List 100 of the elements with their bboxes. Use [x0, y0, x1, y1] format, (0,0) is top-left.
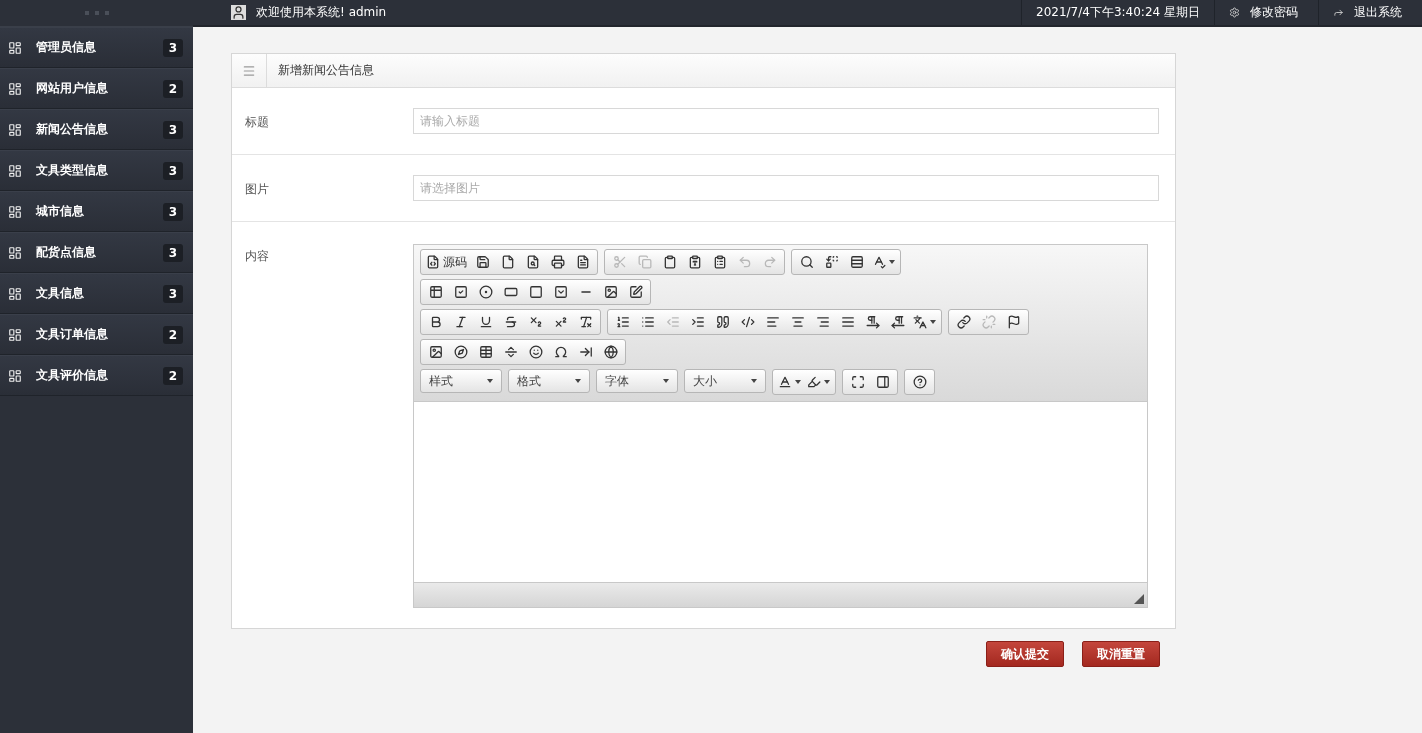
- superscript-icon: [553, 315, 568, 329]
- count-badge: 3: [162, 120, 183, 139]
- dropdown[interactable]: 大小: [684, 369, 766, 393]
- pilcrow-right-icon: [865, 315, 880, 329]
- logout-link[interactable]: 退出系统: [1318, 0, 1422, 25]
- sidebar-item[interactable]: 网站用户信息 2: [0, 68, 193, 109]
- dashboard-icon: [8, 245, 22, 260]
- sidebar-item[interactable]: 文具类型信息 3: [0, 150, 193, 191]
- replace-icon: [824, 255, 839, 269]
- unlink-icon: [981, 315, 996, 329]
- user-icon: [231, 5, 246, 20]
- form-icon: [428, 285, 443, 299]
- subscript-icon: [528, 315, 543, 329]
- table-icon: [478, 345, 493, 359]
- sidebar-item[interactable]: 文具订单信息 2: [0, 314, 193, 355]
- caret-icon: [575, 379, 581, 383]
- pen-square-icon: [628, 285, 643, 299]
- dashboard-icon: [8, 81, 22, 96]
- dashboard-icon: [8, 286, 22, 301]
- dropdown[interactable]: 字体: [596, 369, 678, 393]
- textarea-icon: [528, 285, 543, 299]
- field-label: 图片: [245, 181, 270, 198]
- redo-icon: [762, 255, 777, 269]
- outdent-icon: [665, 315, 680, 329]
- sidebar-item[interactable]: 文具评价信息 2: [0, 355, 193, 396]
- forward-arrow-icon: [1333, 7, 1344, 18]
- caret-icon: [930, 320, 936, 324]
- printer-icon: [550, 255, 565, 269]
- highlighter-icon: [807, 375, 821, 389]
- italic-icon: [453, 315, 468, 329]
- caret-icon: [889, 260, 895, 264]
- sidebar-item[interactable]: 文具信息 3: [0, 273, 193, 314]
- link-icon: [956, 315, 971, 329]
- sidebar-label: 文具订单信息: [36, 326, 109, 343]
- clipboard-text-icon: [687, 255, 702, 269]
- field-label: 标题: [245, 114, 270, 131]
- image-icon: [428, 345, 443, 359]
- sidebar-item[interactable]: 配货点信息 3: [0, 232, 193, 273]
- rows-icon: [849, 255, 864, 269]
- dropdown[interactable]: 格式: [508, 369, 590, 393]
- align-center-icon: [790, 315, 805, 329]
- input-field[interactable]: 请选择图片: [413, 175, 1159, 201]
- count-badge: 3: [162, 38, 183, 57]
- page-icon: [500, 255, 515, 269]
- change-password-link[interactable]: 修改密码: [1214, 0, 1318, 25]
- sidebar-label: 文具评价信息: [36, 367, 109, 384]
- input-field[interactable]: 请输入标题: [413, 108, 1159, 134]
- count-badge: 2: [162, 325, 183, 344]
- quote-icon: [715, 315, 730, 329]
- numbered-list-icon: [615, 315, 630, 329]
- sidebar-label: 配货点信息: [36, 244, 97, 261]
- caret-icon: [795, 380, 801, 384]
- floppy-icon: [475, 255, 490, 269]
- panel-icon: [875, 375, 890, 389]
- clipboard-icon: [662, 255, 677, 269]
- globe-icon: [603, 345, 618, 359]
- indent-icon: [690, 315, 705, 329]
- clipboard-list-icon: [712, 255, 727, 269]
- copy-icon: [637, 255, 652, 269]
- omega-icon: [553, 345, 568, 359]
- justify-icon: [840, 315, 855, 329]
- dashboard-icon: [8, 368, 22, 383]
- source-button[interactable]: 源码: [423, 251, 470, 273]
- sidebar-label: 新闻公告信息: [36, 121, 109, 138]
- code-file-icon: [426, 255, 440, 269]
- separator-icon: [503, 345, 518, 359]
- settings-icon: [1229, 7, 1240, 18]
- underline-icon: [478, 315, 493, 329]
- dropdown[interactable]: 样式: [420, 369, 502, 393]
- resize-grip-icon[interactable]: [1134, 594, 1144, 604]
- smiley-icon: [528, 345, 543, 359]
- count-badge: 3: [162, 243, 183, 262]
- sidebar-item[interactable]: 城市信息 3: [0, 191, 193, 232]
- dashboard-icon: [8, 40, 22, 55]
- select-icon: [553, 285, 568, 299]
- compass-icon: [453, 345, 468, 359]
- bullet-list-icon: [640, 315, 655, 329]
- checkbox-icon: [453, 285, 468, 299]
- sidebar-item[interactable]: 管理员信息 3: [0, 27, 193, 68]
- image-icon: [603, 285, 618, 299]
- card-title: 新增新闻公告信息: [277, 62, 374, 79]
- undo-icon: [737, 255, 752, 269]
- menu-icon: [242, 63, 256, 78]
- dashboard-icon: [8, 327, 22, 342]
- language-icon: [913, 315, 927, 329]
- dashboard-icon: [8, 163, 22, 178]
- magnifier-page-icon: [525, 255, 540, 269]
- dots-icon: [84, 11, 109, 15]
- search-icon: [799, 255, 814, 269]
- reset-button[interactable]: 取消重置: [1082, 641, 1160, 667]
- scissors-icon: [612, 255, 627, 269]
- field-label: 内容: [245, 248, 270, 265]
- sidebar-item[interactable]: 新闻公告信息 3: [0, 109, 193, 150]
- sidebar-label: 城市信息: [36, 203, 85, 220]
- document-icon: [575, 255, 590, 269]
- sidebar-label: 网站用户信息: [36, 80, 109, 97]
- submit-button[interactable]: 确认提交: [986, 641, 1064, 667]
- count-badge: 2: [162, 79, 183, 98]
- maximize-icon: [850, 375, 865, 389]
- count-badge: 2: [162, 366, 183, 385]
